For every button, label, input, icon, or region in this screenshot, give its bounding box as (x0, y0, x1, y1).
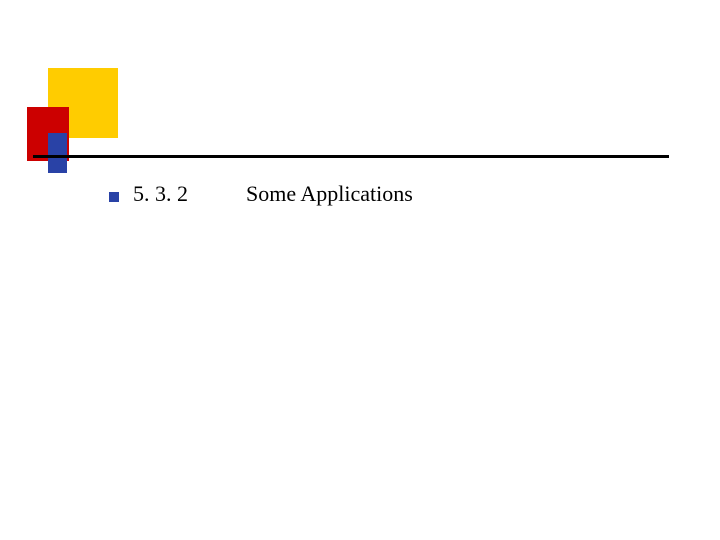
section-title: Some Applications (246, 181, 413, 207)
bullet-row: 5. 3. 2 Some Applications (109, 181, 413, 207)
slide: 5. 3. 2 Some Applications (0, 0, 720, 540)
section-number: 5. 3. 2 (133, 181, 188, 207)
decorative-rect-blue (48, 133, 67, 173)
horizontal-divider (33, 155, 669, 158)
square-bullet-icon (109, 192, 119, 202)
